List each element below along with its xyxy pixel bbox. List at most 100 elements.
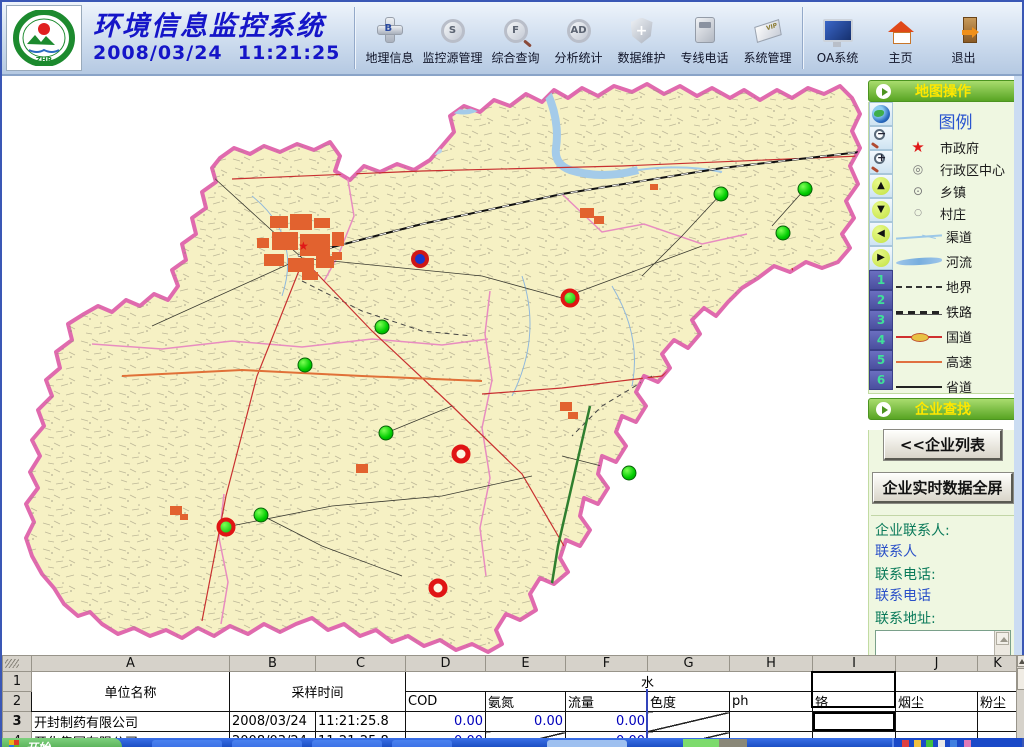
zoom-level-1-button[interactable]: 1 xyxy=(869,270,893,290)
enterprise-search-header[interactable]: 企业查找 xyxy=(868,398,1018,420)
row-header-2[interactable]: 2 xyxy=(3,692,32,712)
pan-left-button[interactable]: ◀ xyxy=(869,222,893,246)
taskbar-window-button[interactable] xyxy=(392,740,452,747)
green-enterprise-marker[interactable] xyxy=(298,358,313,373)
row-header-3[interactable]: 3 xyxy=(3,712,32,732)
table-scrollbar[interactable] xyxy=(1016,655,1024,738)
zoom-level-4-button[interactable]: 4 xyxy=(869,330,893,350)
subheader-ammonia[interactable]: 氨氮 xyxy=(486,692,566,712)
zoom-out-button[interactable]: − xyxy=(869,126,893,150)
col-header-F[interactable]: F xyxy=(566,656,648,672)
pan-down-button[interactable]: ▼ xyxy=(869,198,893,222)
zoom-in-button[interactable]: + xyxy=(869,150,893,174)
taskbar-item[interactable] xyxy=(719,739,747,747)
subheader-dust[interactable]: 粉尘 xyxy=(978,692,1018,712)
blue-ring-enterprise-marker[interactable] xyxy=(411,250,429,268)
system-tray[interactable] xyxy=(892,738,1022,747)
subheader-chromium[interactable]: 铬 xyxy=(813,692,896,712)
taskbar-window-button[interactable] xyxy=(232,740,302,747)
row-header-1[interactable]: 1 xyxy=(3,672,32,692)
green-ring-enterprise-marker[interactable] xyxy=(561,289,580,308)
tray-icon[interactable] xyxy=(926,740,933,747)
nav-data-maintain[interactable]: + 数据维护 xyxy=(610,11,673,66)
green-enterprise-marker[interactable] xyxy=(798,182,813,197)
green-enterprise-marker[interactable] xyxy=(714,187,729,202)
cell-dust[interactable] xyxy=(978,712,1018,732)
map-operations-header[interactable]: 地图操作 xyxy=(868,80,1018,102)
col-header-B[interactable]: B xyxy=(230,656,316,672)
scroll-up-icon[interactable] xyxy=(996,632,1009,645)
nav-geo-info[interactable]: B 地理信息 xyxy=(358,10,421,66)
zoom-level-6-button[interactable]: 6 xyxy=(869,370,893,390)
nav-home[interactable]: 主页 xyxy=(869,11,932,66)
pan-up-button[interactable]: ▲ xyxy=(869,174,893,198)
nav-exit[interactable]: 退出 xyxy=(932,10,995,66)
cell-date[interactable]: 2008/03/24 xyxy=(230,712,316,732)
cell-ph[interactable] xyxy=(730,712,813,732)
col-header-A[interactable]: A xyxy=(32,656,230,672)
enterprise-realtime-fullscreen-button[interactable]: 企业实时数据全屏 xyxy=(873,473,1013,503)
red-ring-enterprise-marker[interactable] xyxy=(452,445,471,464)
green-ring-enterprise-marker[interactable] xyxy=(217,518,236,537)
nav-oa-system[interactable]: OA系统 xyxy=(806,11,869,66)
nav-hotline[interactable]: 专线电话 xyxy=(673,10,736,66)
cell-chroma-na[interactable] xyxy=(648,712,730,732)
taskbar-window-button[interactable] xyxy=(152,740,222,747)
col-header-J[interactable]: J xyxy=(896,656,978,672)
green-enterprise-marker[interactable] xyxy=(776,226,791,241)
cell-smoke[interactable] xyxy=(896,712,978,732)
selected-cell-chromium[interactable] xyxy=(813,712,896,732)
col-header-I[interactable]: I xyxy=(813,656,896,672)
col-header-H[interactable]: H xyxy=(730,656,813,672)
full-extent-button[interactable] xyxy=(869,102,893,126)
header-group-water[interactable]: 水 xyxy=(406,672,1018,692)
geo-b-icon: B xyxy=(370,14,410,46)
cell-cod[interactable]: 0.00 xyxy=(406,712,486,732)
taskbar-window-button[interactable] xyxy=(312,740,382,747)
start-button[interactable]: 开始 xyxy=(2,738,122,747)
zoom-level-2-button[interactable]: 2 xyxy=(869,290,893,310)
scroll-up-icon[interactable] xyxy=(1017,655,1024,667)
taskbar-window-button[interactable] xyxy=(547,740,627,747)
green-enterprise-marker[interactable] xyxy=(379,426,394,441)
arrow-left-icon: ◀ xyxy=(872,225,890,243)
green-enterprise-marker[interactable] xyxy=(375,320,390,335)
zoom-level-5-button[interactable]: 5 xyxy=(869,350,893,370)
tray-icon[interactable] xyxy=(938,740,945,747)
subheader-smoke[interactable]: 烟尘 xyxy=(896,692,978,712)
tray-icon[interactable] xyxy=(950,740,957,747)
select-all-corner[interactable] xyxy=(3,656,32,672)
col-header-K[interactable]: K xyxy=(978,656,1018,672)
nav-analysis[interactable]: AD 分析统计 xyxy=(547,11,610,66)
taskbar-item[interactable] xyxy=(683,739,719,747)
tray-icon[interactable] xyxy=(964,740,971,747)
red-ring-enterprise-marker[interactable] xyxy=(429,579,448,598)
col-header-D[interactable]: D xyxy=(406,656,486,672)
scrollbar-thumb[interactable] xyxy=(1017,668,1024,690)
tray-icon[interactable] xyxy=(902,740,909,747)
cell-unit-name[interactable]: 开封制药有限公司 xyxy=(32,712,230,732)
nav-query[interactable]: F 综合查询 xyxy=(484,11,547,66)
cell-time[interactable]: 11:21:25.8 xyxy=(316,712,406,732)
header-unit-name[interactable]: 单位名称 xyxy=(32,672,230,712)
nav-system-admin[interactable]: VIP 系统管理 xyxy=(736,11,799,66)
subheader-flow[interactable]: 流量 xyxy=(566,692,648,712)
subheader-cod[interactable]: COD xyxy=(406,692,486,712)
map-canvas[interactable]: ★ xyxy=(2,76,868,655)
subheader-chroma[interactable]: 色度 xyxy=(648,692,730,712)
zoom-level-3-button[interactable]: 3 xyxy=(869,310,893,330)
green-enterprise-marker[interactable] xyxy=(254,508,269,523)
green-enterprise-marker[interactable] xyxy=(622,466,637,481)
cell-ammonia[interactable]: 0.00 xyxy=(486,712,566,732)
tray-icon[interactable] xyxy=(914,740,921,747)
col-header-G[interactable]: G xyxy=(648,656,730,672)
col-header-C[interactable]: C xyxy=(316,656,406,672)
header-sample-time[interactable]: 采样时间 xyxy=(230,672,406,712)
col-header-E[interactable]: E xyxy=(486,656,566,672)
header-divider xyxy=(354,7,355,69)
nav-monitor-source[interactable]: S 监控源管理 xyxy=(421,11,484,66)
enterprise-list-button[interactable]: <<企业列表 xyxy=(884,430,1002,460)
cell-flow[interactable]: 0.00 xyxy=(566,712,648,732)
subheader-ph[interactable]: ph xyxy=(730,692,813,712)
pan-right-button[interactable]: ▶ xyxy=(869,246,893,270)
